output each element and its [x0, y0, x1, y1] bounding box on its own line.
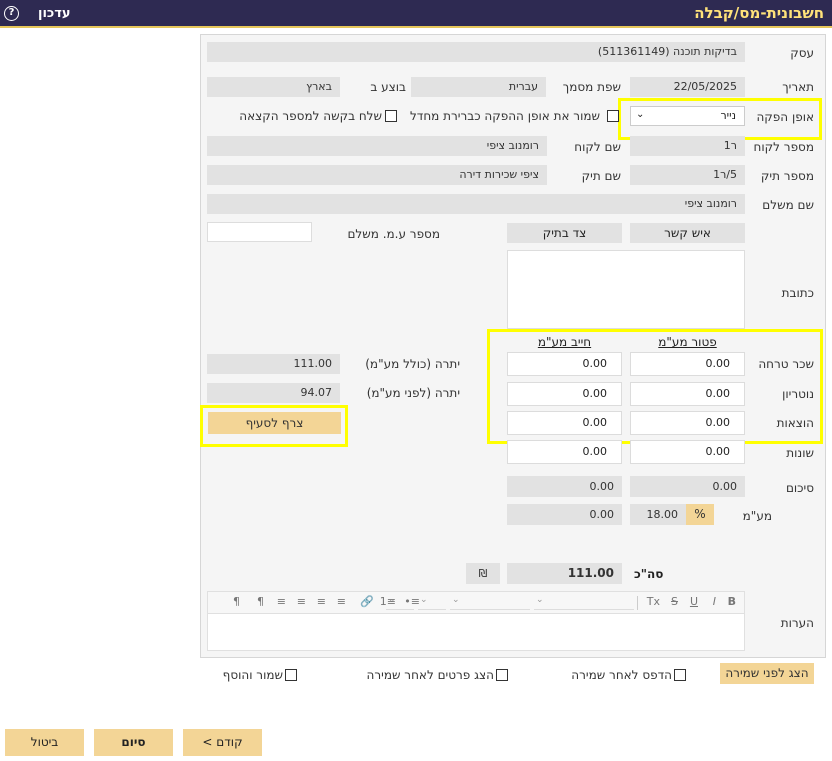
vat-label: מע"מ: [742, 509, 772, 523]
font-size-select[interactable]: ⌄: [450, 595, 530, 610]
italic-icon[interactable]: I: [713, 595, 716, 608]
vat-amount-field: 0.00: [507, 504, 622, 525]
attach-to-section-button[interactable]: צרף לסעיף: [208, 412, 341, 434]
chevron-down-icon: ⌄: [452, 595, 460, 605]
total-field: 111.00: [507, 563, 622, 584]
misc-exempt-input[interactable]: 0.00: [630, 440, 745, 464]
tab-file-party[interactable]: צד בתיק: [507, 223, 622, 243]
bullet-list-icon[interactable]: •≡: [404, 595, 420, 608]
fee-exempt-input[interactable]: 0.00: [630, 352, 745, 376]
vat-rate-field[interactable]: 18.00: [630, 504, 686, 525]
show-details-label: הצג פרטים לאחר שמירה: [366, 668, 494, 682]
fee-label: שכר טרחה: [758, 357, 814, 371]
date-label: תאריך: [782, 80, 814, 94]
clear-format-icon[interactable]: Tx: [647, 595, 660, 608]
file-name-label: שם תיק: [581, 169, 621, 183]
send-request-label: שלח בקשה למספר הקצאה: [239, 109, 382, 123]
address-textarea[interactable]: [507, 250, 745, 329]
finish-button[interactable]: סיום: [94, 729, 173, 756]
file-name-field[interactable]: ציפי שכירות דירה: [207, 165, 547, 185]
misc-label: שונות: [786, 446, 814, 460]
customer-number-label: מספר לקוח: [753, 140, 814, 154]
align-left-icon[interactable]: ≡: [297, 595, 306, 608]
notes-toolbar: B I U S Tx ⌄ ⌄ ⌄ ⌄ •≡ 1≡ 🔗 ≡ ≡ ≡ ≡ ¶ ¶: [207, 591, 745, 613]
balance-incl-vat-field: 111.00: [207, 354, 340, 374]
chevron-down-icon: ⌄: [636, 109, 645, 120]
notary-taxable-input[interactable]: 0.00: [507, 382, 622, 406]
balance-excl-vat-field: 94.07: [207, 383, 340, 403]
summary-exempt-field: 0.00: [630, 476, 745, 497]
exempt-column-header: פטור מע"מ: [658, 335, 717, 349]
expenses-taxable-input[interactable]: 0.00: [507, 411, 622, 435]
chevron-down-icon: ⌄: [536, 595, 544, 605]
payer-name-label: שם משלם: [762, 198, 814, 212]
balance-incl-vat-label: יתרה (כולל מע"מ): [365, 357, 460, 371]
link-icon[interactable]: 🔗: [360, 595, 374, 608]
tab-contact-person[interactable]: איש קשר: [630, 223, 745, 243]
align-center-icon[interactable]: ≡: [317, 595, 326, 608]
underline-icon[interactable]: U: [690, 595, 698, 608]
customer-name-field[interactable]: רומנוב ציפי: [207, 136, 547, 156]
expenses-exempt-input[interactable]: 0.00: [630, 411, 745, 435]
help-icon[interactable]: ?: [4, 6, 19, 21]
notary-exempt-input[interactable]: 0.00: [630, 382, 745, 406]
align-right-icon[interactable]: ≡: [277, 595, 286, 608]
paragraph-ltr-icon[interactable]: ¶: [257, 595, 264, 608]
show-details-checkbox[interactable]: [496, 669, 508, 681]
issue-method-value: נייר: [720, 109, 736, 122]
performed-in-label: בוצע ב: [370, 80, 406, 94]
print-after-save-checkbox[interactable]: [674, 669, 686, 681]
strikethrough-icon[interactable]: S: [671, 595, 678, 608]
notary-label: נוטריון: [782, 387, 814, 401]
performed-in-field[interactable]: בארץ: [207, 77, 340, 97]
issue-method-label: אופן הפקה: [756, 110, 814, 124]
fee-taxable-input[interactable]: 0.00: [507, 352, 622, 376]
notes-label: הערות: [780, 616, 814, 630]
print-after-save-label: הדפס לאחר שמירה: [571, 668, 672, 682]
business-field[interactable]: בדיקות תוכנה (511361149): [207, 42, 745, 62]
expenses-label: הוצאות: [776, 416, 814, 430]
payer-name-field[interactable]: רומנוב ציפי: [207, 194, 745, 214]
font-family-select[interactable]: ⌄: [534, 595, 634, 610]
toolbar-separator: [637, 596, 638, 610]
notes-editor[interactable]: [207, 613, 745, 651]
save-default-label: שמור את אופן ההפקה כברירת מחדל: [409, 109, 600, 123]
doc-language-field[interactable]: עברית: [411, 77, 546, 97]
misc-taxable-input[interactable]: 0.00: [507, 440, 622, 464]
business-label: עסק: [790, 46, 814, 60]
preview-before-save-button[interactable]: הצג לפני שמירה: [720, 663, 814, 684]
save-default-checkbox[interactable]: [607, 110, 619, 122]
chevron-down-icon: ⌄: [420, 595, 428, 605]
doc-language-label: שפת מסמך: [562, 80, 621, 94]
currency-symbol: ₪: [466, 563, 500, 584]
cancel-button[interactable]: ביטול: [5, 729, 84, 756]
summary-label: סיכום: [785, 481, 814, 495]
total-label: סה"כ: [634, 567, 664, 581]
payer-vat-input[interactable]: [207, 222, 312, 242]
balance-excl-vat-label: יתרה (לפני מע"מ): [366, 386, 460, 400]
summary-taxable-field: 0.00: [507, 476, 622, 497]
taxable-column-header: חייב מע"מ: [537, 335, 592, 349]
issue-method-select[interactable]: נייר ⌄: [630, 106, 745, 126]
send-request-checkbox[interactable]: [385, 110, 397, 122]
customer-number-field[interactable]: ר1: [630, 136, 745, 156]
align-justify-icon[interactable]: ≡: [337, 595, 346, 608]
save-and-add-checkbox[interactable]: [285, 669, 297, 681]
page-title: חשבונית-מס/קבלה: [694, 4, 824, 22]
numbered-list-icon[interactable]: 1≡: [380, 595, 396, 608]
update-link[interactable]: עדכון: [38, 6, 71, 21]
file-number-field[interactable]: 5/ר1: [630, 165, 745, 185]
vat-percent-button[interactable]: %: [686, 504, 714, 525]
bold-icon[interactable]: B: [728, 595, 736, 608]
address-label: כתובת: [781, 286, 814, 300]
date-field[interactable]: 22/05/2025: [630, 77, 745, 97]
file-number-label: מספר תיק: [760, 169, 814, 183]
text-color-select[interactable]: ⌄: [418, 595, 446, 610]
customer-name-label: שם לקוח: [574, 140, 621, 154]
payer-vat-label: מספר ע.מ. משלם: [347, 227, 440, 241]
previous-button[interactable]: < קודם: [183, 729, 262, 756]
save-and-add-label: שמור והוסף: [222, 668, 283, 682]
paragraph-rtl-icon[interactable]: ¶: [233, 595, 240, 608]
